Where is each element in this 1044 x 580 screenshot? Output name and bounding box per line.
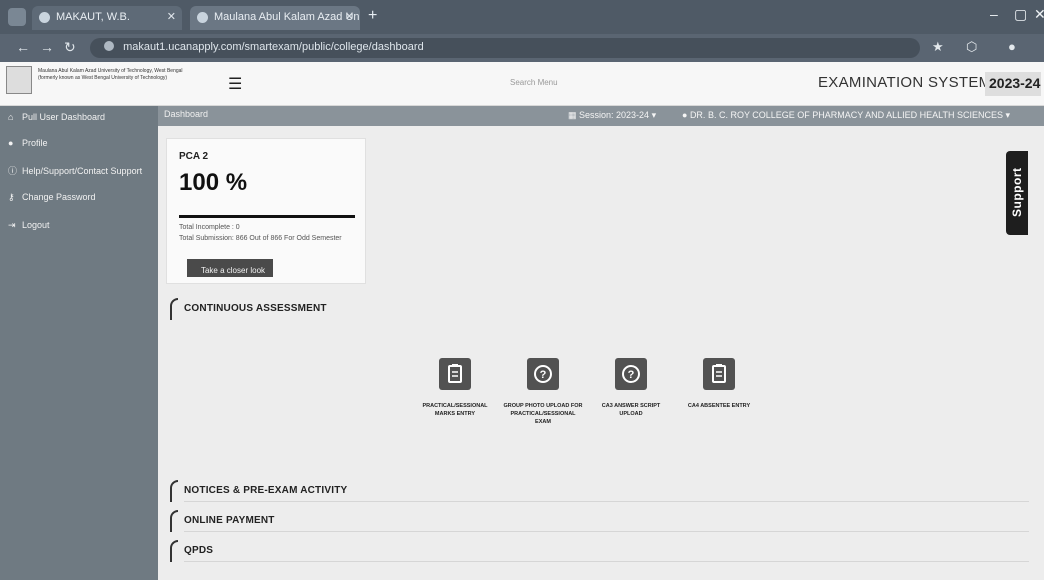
support-label: Support	[1010, 167, 1024, 218]
minimize-icon[interactable]: –	[990, 6, 998, 22]
maximize-icon[interactable]: ▢	[1014, 6, 1027, 23]
browser-profile-icon[interactable]	[8, 8, 26, 26]
tile-label: CA4 ABSENTEE ENTRY	[687, 403, 751, 409]
section-continuous-assessment[interactable]: CONTINUOUS ASSESSMENT	[170, 298, 1030, 320]
tile-practical-marks-entry[interactable]: PRACTICAL/SESSIONAL MARKS ENTRY	[414, 358, 496, 418]
section-divider	[184, 561, 1029, 562]
section-label: ONLINE PAYMENT	[184, 515, 275, 526]
tab-favicon-icon	[197, 12, 208, 23]
browser-tab-active[interactable]: Maulana Abul Kalam Azad Univ... ✕	[190, 6, 360, 30]
reload-icon[interactable]: ↻	[64, 39, 76, 56]
completion-percent: 100 %	[179, 169, 248, 196]
app-header: Maulana Abul Kalam Azad University of Te…	[0, 62, 1044, 106]
user-icon: ●	[8, 138, 14, 148]
chevron-down-icon: ▾	[649, 110, 657, 120]
section-bracket	[170, 510, 178, 532]
site-info-icon[interactable]	[104, 41, 114, 51]
search-menu-field[interactable]: Search Menu	[510, 78, 558, 87]
clipboard-icon	[439, 358, 471, 390]
question-icon: ?	[615, 358, 647, 390]
take-closer-look-button[interactable]: Take a closer look	[187, 259, 273, 277]
college-label: DR. B. C. ROY COLLEGE OF PHARMACY AND AL…	[689, 110, 1004, 120]
year-badge: 2023-24	[985, 72, 1041, 96]
section-label: CONTINUOUS ASSESSMENT	[184, 303, 327, 314]
university-logo	[6, 66, 32, 94]
hamburger-menu-icon[interactable]: ☰	[228, 74, 242, 94]
url-field[interactable]: makaut1.ucanapply.com/smartexam/public/c…	[90, 38, 920, 58]
session-dropdown[interactable]: ▦ Session: 2023-24 ▾	[568, 110, 656, 121]
home-icon: ⌂	[8, 112, 14, 122]
section-bracket	[170, 480, 178, 502]
college-dropdown[interactable]: ● DR. B. C. ROY COLLEGE OF PHARMACY AND …	[682, 110, 1010, 121]
tile-label: CA3 ANSWER SCRIPT UPLOAD	[601, 403, 661, 417]
sidebar-item-label: Pull User Dashboard	[22, 112, 106, 122]
logout-icon: ⇥	[8, 220, 16, 230]
url-text: makaut1.ucanapply.com/smartexam/public/c…	[123, 41, 424, 53]
support-tab[interactable]: Support	[1006, 151, 1028, 235]
tab-close-icon[interactable]: ✕	[345, 10, 354, 23]
section-qpds[interactable]: QPDS	[170, 540, 1030, 562]
svg-text:?: ?	[628, 369, 635, 381]
calendar-icon: ▦	[568, 110, 580, 120]
info-icon: ⓘ	[8, 166, 18, 176]
tab-favicon-icon	[39, 12, 50, 23]
sidebar-item-label: Change Password	[22, 192, 96, 202]
total-incomplete: Total Incomplete : 0	[179, 224, 240, 231]
bookmark-star-icon[interactable]: ★	[932, 39, 944, 55]
browser-tab-label: MAKAUT, W.B.	[56, 11, 130, 23]
chevron-down-icon: ▾	[1003, 110, 1011, 120]
question-icon: ?	[527, 358, 559, 390]
total-submission: Total Submission: 866 Out of 866 For Odd…	[179, 235, 342, 242]
section-bracket	[170, 298, 178, 320]
university-line-2: (formerly known as West Bengal Universit…	[38, 75, 168, 81]
main-content: PCA 2 100 % Total Incomplete : 0 Total S…	[158, 126, 1044, 580]
tile-ca4-absentee-entry[interactable]: CA4 ABSENTEE ENTRY	[678, 358, 760, 410]
extensions-icon[interactable]: ⬡	[966, 39, 977, 55]
session-label: Session: 2023-24	[579, 110, 650, 120]
section-online-payment[interactable]: ONLINE PAYMENT	[170, 510, 1030, 532]
breadcrumb[interactable]: Dashboard	[164, 109, 208, 119]
section-divider	[184, 501, 1029, 502]
content-top-bar: Dashboard ▦ Session: 2023-24 ▾ ● DR. B. …	[158, 106, 1044, 126]
back-icon[interactable]: ←	[16, 39, 30, 55]
sidebar-item-dashboard[interactable]: ⌂ Pull User Dashboard	[8, 112, 105, 122]
sidebar-item-label: Help/Support/Contact Support	[22, 166, 143, 176]
section-label: NOTICES & PRE-EXAM ACTIVITY	[184, 485, 348, 496]
close-window-icon[interactable]: ✕	[1034, 6, 1044, 23]
card-title: PCA 2	[179, 151, 209, 162]
sidebar-item-label: Profile	[22, 138, 48, 148]
browser-tab-label: Maulana Abul Kalam Azad Univ...	[214, 11, 360, 23]
sidebar-item-logout[interactable]: ⇥ Logout	[8, 220, 50, 231]
examination-system-title: EXAMINATION SYSTEM	[818, 74, 992, 91]
sidebar-item-label: Logout	[22, 220, 50, 230]
tile-label: PRACTICAL/SESSIONAL MARKS ENTRY	[422, 403, 488, 417]
key-icon: ⚷	[8, 192, 15, 202]
completion-progress-bar	[179, 215, 355, 218]
profile-avatar-icon[interactable]: ●	[1008, 39, 1016, 54]
pca2-summary-card: PCA 2 100 % Total Incomplete : 0 Total S…	[166, 138, 366, 284]
browser-tab-makaut[interactable]: MAKAUT, W.B. ✕	[32, 6, 182, 30]
tile-ca3-answer-script-upload[interactable]: ? CA3 ANSWER SCRIPT UPLOAD	[590, 358, 672, 418]
university-name: Maulana Abul Kalam Azad University of Te…	[38, 68, 198, 82]
section-notices-pre-exam[interactable]: NOTICES & PRE-EXAM ACTIVITY	[170, 480, 1030, 502]
section-label: QPDS	[184, 545, 214, 556]
tile-label: GROUP PHOTO UPLOAD FOR PRACTICAL/SESSION…	[503, 403, 583, 425]
sidebar-item-profile[interactable]: ● Profile	[8, 138, 48, 148]
user-icon: ●	[682, 110, 690, 120]
forward-icon[interactable]: →	[40, 39, 54, 55]
clipboard-icon	[703, 358, 735, 390]
university-line-1: Maulana Abul Kalam Azad University of Te…	[38, 68, 183, 74]
new-tab-icon[interactable]: +	[368, 7, 377, 25]
sidebar: ⌂ Pull User Dashboard ● Profile ⓘ Help/Supp…	[0, 106, 158, 580]
completion-progress-fill	[179, 215, 355, 218]
browser-tab-bar: MAKAUT, W.B. ✕ Maulana Abul Kalam Azad U…	[0, 0, 1044, 34]
svg-text:?: ?	[540, 369, 547, 381]
tile-group-photo-upload[interactable]: ? GROUP PHOTO UPLOAD FOR PRACTICAL/SESSI…	[502, 358, 584, 426]
browser-address-bar: ← → ↻ makaut1.ucanapply.com/smartexam/pu…	[0, 34, 1044, 62]
sidebar-item-change-password[interactable]: ⚷ Change Password	[8, 192, 96, 203]
section-divider	[184, 531, 1029, 532]
section-bracket	[170, 540, 178, 562]
sidebar-item-support[interactable]: ⓘ Help/Support/Contact Support	[8, 164, 142, 177]
tab-close-icon[interactable]: ✕	[167, 10, 176, 23]
